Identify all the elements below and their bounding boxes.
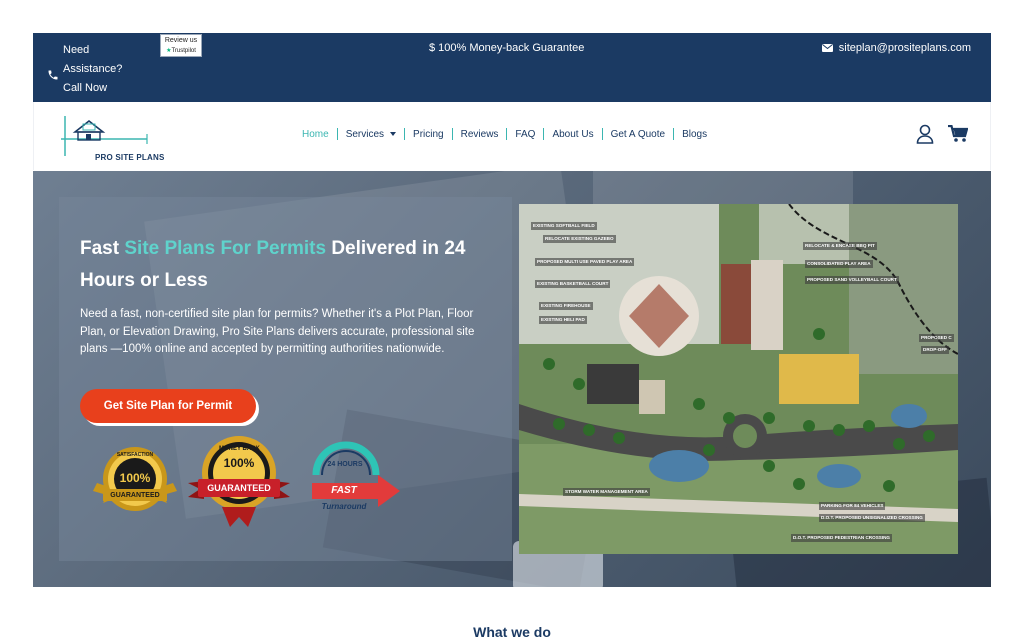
plan-label: RELOCATE & ENCASE BBQ PIT (803, 242, 877, 250)
trustpilot-badge[interactable]: Review us ★Trustpilot (160, 34, 202, 57)
plan-label: D.O.T. PROPOSED PEDESTRIAN CROSSING (791, 534, 892, 542)
trustpilot-review-text: Review us (164, 37, 198, 44)
plan-label: CONSOLIDATED PLAY AREA (805, 260, 873, 268)
nav-services-label: Services (345, 128, 385, 140)
plan-label: STORM WATER MANAGEMENT AREA (563, 488, 650, 496)
what-we-do-heading: What we do (473, 624, 551, 640)
fast-label-text: FAST (331, 485, 357, 496)
satisfaction-top-text: SATISFACTION (116, 452, 154, 458)
phone-icon (48, 70, 58, 80)
fast-hours-text: 24 HOURS (327, 461, 363, 468)
site-plan-drawing (519, 204, 958, 554)
trustpilot-brand-name: Trustpilot (171, 48, 196, 54)
money-guaranteed-text: GUARANTEED (207, 483, 271, 493)
assist-line-2: Assistance? (63, 63, 123, 75)
plan-label: PARKING FOR 84 VEHICLES (819, 502, 886, 510)
plan-label: DROP-OFF (921, 346, 949, 354)
nav-about-us[interactable]: About Us (544, 129, 601, 140)
money-back-guarantee-text: $ 100% Money-back Guarantee (429, 42, 585, 54)
site-plan-image: EXISTING SOFTBALL FIELD RELOCATE EXISTIN… (519, 204, 958, 554)
plan-label: EXISTING FIREHOUSE (539, 302, 593, 310)
chevron-down-icon (390, 131, 397, 136)
nav-get-a-quote[interactable]: Get A Quote (603, 129, 673, 140)
user-icon[interactable] (916, 124, 934, 144)
main-menu: Home Services Pricing Reviews FAQ About … (294, 128, 715, 140)
nav-reviews[interactable]: Reviews (453, 129, 507, 140)
hero-description: Need a fast, non-certified site plan for… (80, 308, 475, 355)
assist-line-3[interactable]: Call Now (63, 79, 122, 98)
money-back-guaranteed-badge: MONEY BACK 100% GUARANTEED (188, 433, 290, 529)
plan-label: RELOCATE EXISTING GAZEBO (543, 235, 616, 243)
hero-title-part1: Fast (80, 238, 125, 259)
plan-label: EXISTING HELI PAD (539, 316, 587, 324)
plan-label: PROPOSED MULTI USE PAVED PLAY AREA (535, 258, 635, 266)
plan-label: D.O.T. PROPOSED UNSIGNALIZED CROSSING (819, 514, 925, 522)
mail-icon (821, 44, 833, 52)
satisfaction-100-text: 100% (119, 471, 151, 485)
fast-turnaround-badge: 24 HOURS FAST Turnaround (308, 441, 400, 517)
satisfaction-bottom-text: GUARANTEED (110, 492, 160, 499)
email-link[interactable]: siteplan@prositeplans.com (821, 42, 971, 54)
nav-pricing[interactable]: Pricing (405, 129, 452, 140)
nav-home[interactable]: Home (294, 129, 337, 140)
hero-title-highlight: Site Plans For Permits (124, 238, 327, 259)
nav-blogs[interactable]: Blogs (674, 129, 715, 140)
nav-services[interactable]: Services (338, 129, 404, 140)
plan-label: EXISTING SOFTBALL FIELD (531, 222, 597, 230)
money-back-text: MONEY BACK (219, 446, 260, 452)
assist-line-1: Need (63, 44, 90, 56)
plan-label: PROPOSED SAND VOLLEYBALL COURT (805, 276, 899, 284)
logo-text: PRO SITE PLANS (95, 153, 165, 162)
hero-title: Fast Site Plans For Permits Delivered in… (80, 233, 500, 297)
fast-turnaround-text: Turnaround (321, 502, 367, 511)
money-100-text: 100% (223, 456, 255, 470)
cart-icon[interactable] (948, 125, 968, 143)
trustpilot-brand: ★Trustpilot (161, 46, 201, 56)
nav-faq[interactable]: FAQ (507, 129, 543, 140)
top-info-bar: Need Assistance? Call Now Review us ★Tru… (33, 33, 991, 102)
site-logo[interactable]: PRO SITE PLANS (61, 112, 164, 162)
plan-label: EXISTING BASKETBALL COURT (535, 280, 611, 288)
hero-section: Fast Site Plans For Permits Delivered in… (33, 171, 991, 587)
get-site-plan-button[interactable]: Get Site Plan for Permit (80, 389, 256, 423)
plan-label: PROPOSED C (919, 334, 954, 342)
email-address[interactable]: siteplan@prositeplans.com (839, 42, 971, 54)
main-navbar: PRO SITE PLANS Home Services Pricing Rev… (33, 102, 991, 170)
satisfaction-guaranteed-badge: SATISFACTION 100% GUARANTEED (93, 443, 177, 519)
